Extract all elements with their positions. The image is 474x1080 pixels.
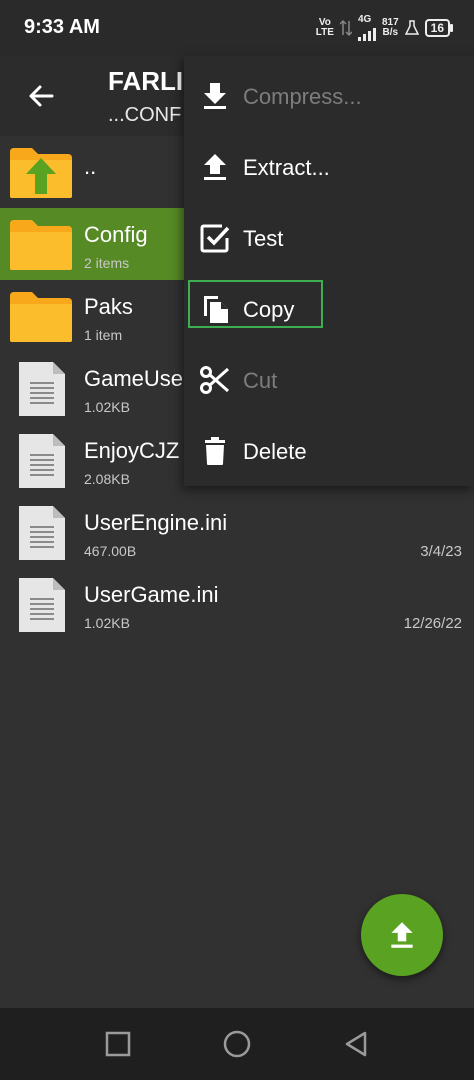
menu-item-label: Delete [243, 439, 307, 464]
file-name: Config [84, 222, 148, 247]
folder-icon [10, 292, 72, 342]
network-indicator: 4G [357, 14, 376, 41]
upload-icon [204, 154, 226, 180]
list-item-userengine[interactable]: UserEngine.ini 467.00B 3/4/23 [0, 496, 474, 568]
copy-icon [204, 296, 228, 323]
list-item-usergame[interactable]: UserGame.ini 1.02KB 12/26/22 [0, 568, 474, 640]
file-name: GameUse [84, 366, 184, 391]
system-nav-bar [0, 1008, 474, 1080]
back-button[interactable] [20, 74, 64, 118]
menu-item-delete[interactable]: Delete [184, 416, 474, 487]
folder-up-icon [10, 148, 72, 198]
back-triangle-icon[interactable] [340, 1028, 372, 1060]
net-speed-unit: B/s [382, 27, 399, 38]
status-icons: Vo LTE 4G 817 B/s 16 [316, 14, 454, 42]
signal-icon [357, 25, 376, 41]
menu-item-test[interactable]: Test [184, 203, 474, 274]
file-meta: 467.00B [84, 543, 137, 559]
status-bar: 9:33 AM Vo LTE 4G 817 B/s 16 [0, 0, 474, 56]
document-icon [19, 434, 65, 488]
download-icon [204, 83, 226, 109]
recents-square-icon[interactable] [102, 1028, 134, 1060]
upload-icon [391, 922, 413, 948]
document-icon [19, 578, 65, 632]
menu-item-label: Copy [243, 297, 295, 322]
trash-icon [205, 437, 225, 465]
arrow-left-icon [29, 85, 54, 107]
file-name: Paks [84, 294, 133, 319]
file-name: UserGame.ini [84, 582, 219, 607]
status-time: 9:33 AM [24, 16, 100, 38]
document-icon [19, 506, 65, 560]
checkbox-icon [200, 224, 230, 253]
volte-bottom-text: LTE [315, 27, 334, 38]
menu-item-compress[interactable]: Compress... [184, 61, 474, 132]
menu-item-label: Compress... [243, 84, 362, 109]
menu-item-cut[interactable]: Cut [184, 345, 474, 416]
file-name: UserEngine.ini [84, 510, 228, 535]
scissors-icon [200, 366, 229, 394]
flask-icon [404, 20, 419, 35]
menu-item-label: Test [243, 226, 284, 251]
network-type: 4G [357, 14, 372, 25]
document-icon [19, 362, 65, 416]
folder-path: ...CONF [108, 104, 182, 126]
file-meta: 2 items [84, 255, 130, 271]
menu-item-extract[interactable]: Extract... [184, 132, 474, 203]
file-name: EnjoyCJZ [84, 438, 180, 463]
context-menu: Compress... Extract... Test Copy Cut Del… [184, 56, 474, 486]
menu-item-label: Cut [243, 368, 278, 393]
volte-indicator: Vo LTE [316, 18, 334, 38]
file-meta: 1.02KB [84, 399, 130, 415]
home-circle-icon[interactable] [221, 1028, 253, 1060]
file-meta: 1.02KB [84, 615, 130, 631]
data-arrows-icon [339, 19, 352, 37]
file-date: 3/4/23 [420, 543, 462, 560]
menu-item-copy[interactable]: Copy [184, 274, 474, 345]
menu-item-label: Extract... [243, 155, 330, 180]
file-meta: 2.08KB [84, 471, 130, 487]
file-date: 12/26/22 [403, 615, 462, 632]
net-speed: 817 B/s [382, 18, 399, 38]
extract-fab-button[interactable] [361, 894, 443, 976]
folder-icon [10, 220, 72, 270]
file-name: .. [84, 154, 97, 179]
file-meta: 1 item [84, 327, 123, 343]
folder-title: FARLI [108, 66, 184, 96]
battery-indicator: 16 [424, 19, 454, 37]
